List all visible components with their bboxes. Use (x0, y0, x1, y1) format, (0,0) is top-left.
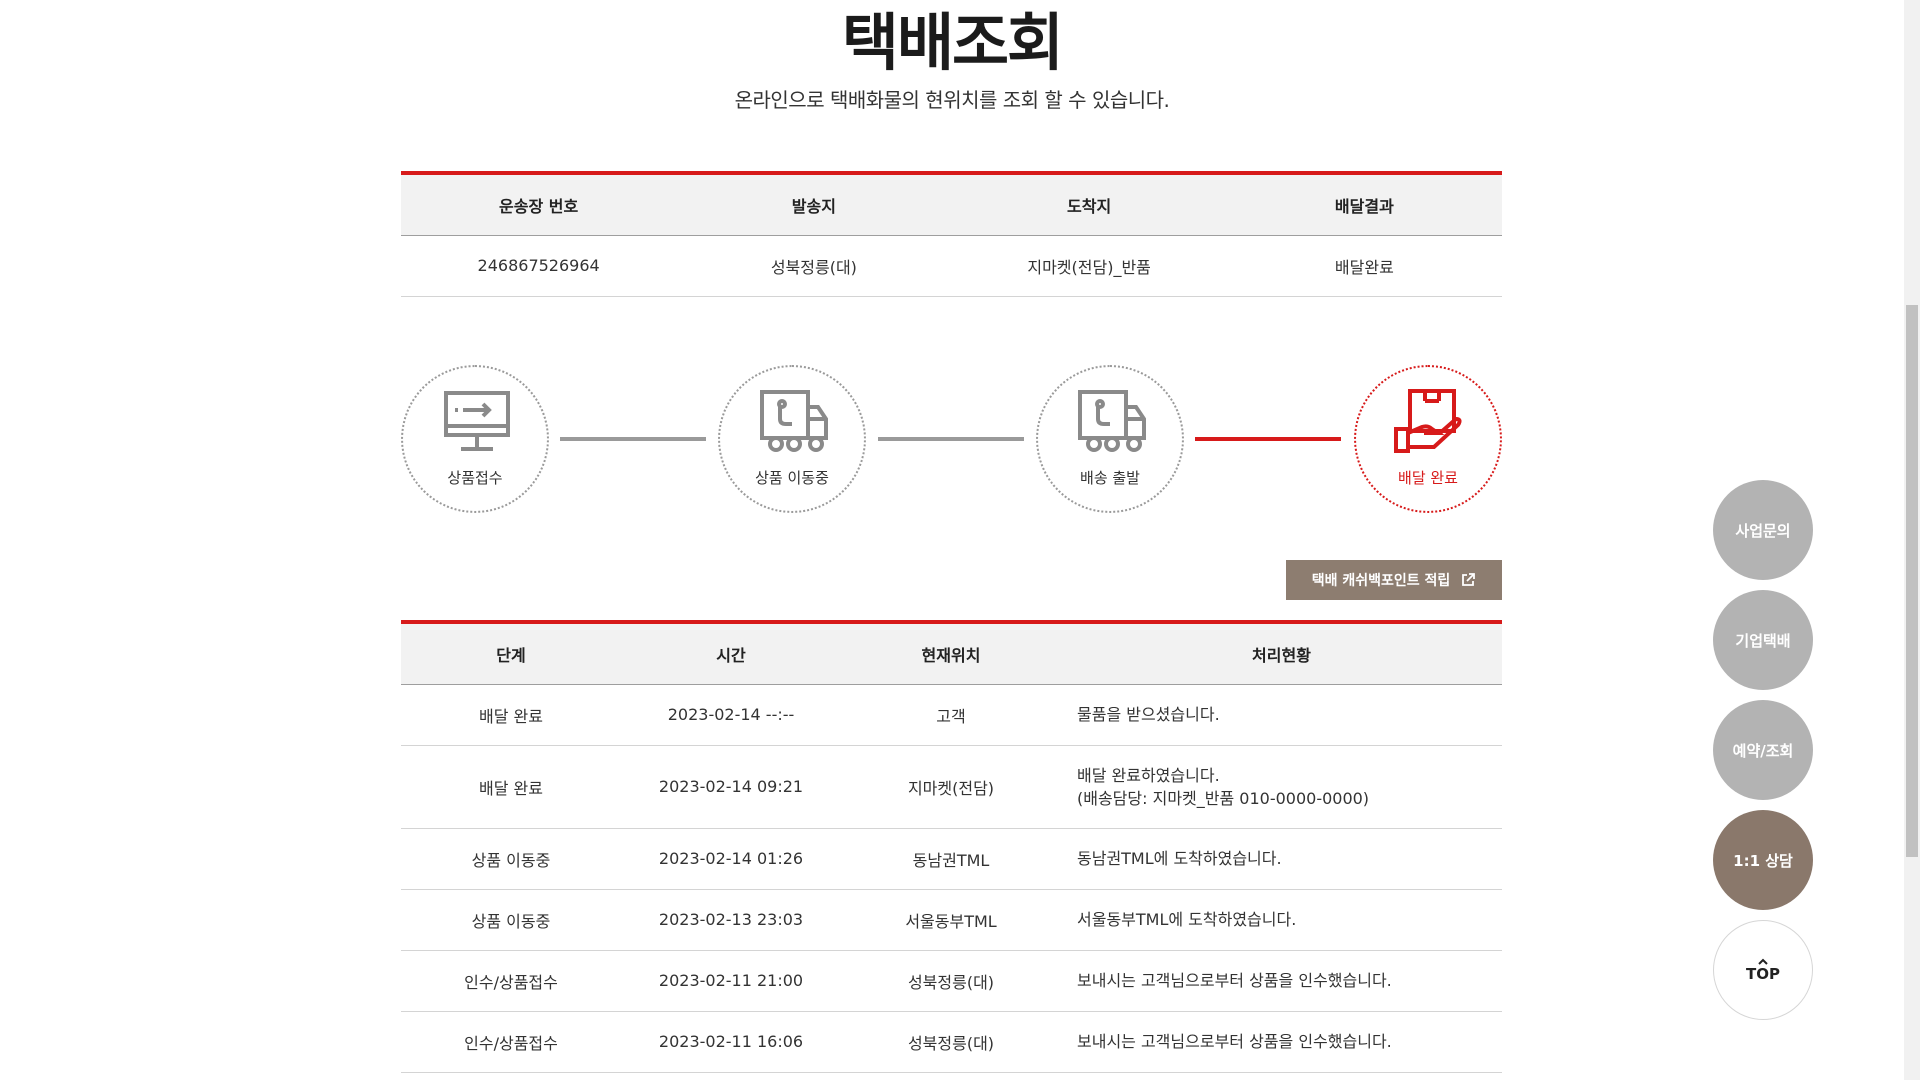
status-detail-text: (배송담당: 지마켓_반품 010-0000-0000) (1077, 788, 1370, 808)
step-out-for-delivery: 배송 출발 (1036, 365, 1184, 513)
package-hand-icon (1394, 389, 1462, 453)
location-cell: 동남권TML (841, 828, 1061, 890)
time-cell: 2023-02-11 21:00 (621, 950, 841, 1012)
header-waybill-number: 운송장 번호 (401, 173, 677, 236)
truck-icon (760, 390, 828, 452)
delivery-result: 배달완료 (1226, 235, 1502, 297)
step-label: 상품 이동중 (755, 469, 829, 487)
header-delivery-result: 배달결과 (1226, 173, 1502, 236)
header-time: 시간 (621, 622, 841, 685)
location-cell: 성북정릉(대) (841, 950, 1061, 1012)
stage-cell: 배달 완료 (401, 684, 621, 746)
status-cell: 동남권TML에 도착하였습니다. (1061, 828, 1502, 890)
delivery-progress: 상품접수 상품 이동중 배송 출발 배달 완료 (401, 365, 1502, 515)
top-label: TOP (1746, 965, 1780, 983)
page-subtitle: 온라인으로 택배화물의 현위치를 조회 할 수 있습니다. (734, 88, 1170, 112)
monitor-icon (444, 391, 510, 451)
status-text: 배달 완료하였습니다. (1077, 765, 1220, 785)
status-text: 보내시는 고객님으로부터 상품을 인수했습니다. (1077, 1032, 1392, 1051)
progress-connector (878, 437, 1024, 441)
table-row: 상품 이동중 2023-02-13 23:03 서울동부TML 서울동부TML에… (401, 889, 1502, 951)
step-label: 상품접수 (447, 469, 503, 487)
location-cell: 고객 (841, 684, 1061, 746)
business-inquiry-button[interactable]: 사업문의 (1713, 480, 1813, 580)
step-label: 배달 완료 (1398, 469, 1458, 487)
time-cell: 2023-02-11 16:06 (621, 1011, 841, 1073)
status-cell: 보내시는 고객님으로부터 상품을 인수했습니다. (1061, 1011, 1502, 1073)
header-destination: 도착지 (951, 173, 1227, 236)
stage-cell: 배달 완료 (401, 745, 621, 829)
header-status: 처리현황 (1061, 622, 1502, 685)
step-label: 배송 출발 (1080, 469, 1140, 487)
time-cell: 2023-02-14 --:-- (621, 684, 841, 746)
table-row: 배달 완료 2023-02-14 09:21 지마켓(전담) 배달 완료하였습니… (401, 745, 1502, 829)
header-location: 현재위치 (841, 622, 1061, 685)
header-origin: 발송지 (676, 173, 952, 236)
cashback-point-button[interactable]: 택배 캐쉬백포인트 적립 (1286, 560, 1502, 600)
status-cell: 배달 완료하였습니다. (배송담당: 지마켓_반품 010-0000-0000) (1061, 745, 1502, 829)
progress-connector (560, 437, 706, 441)
progress-connector-active (1195, 437, 1341, 441)
table-row: 인수/상품접수 2023-02-11 21:00 성북정릉(대) 보내시는 고객… (401, 950, 1502, 1012)
corporate-delivery-button[interactable]: 기업택배 (1713, 590, 1813, 690)
chevron-up-icon (1758, 958, 1768, 965)
page-title: 택배조회 (841, 6, 1064, 79)
status-cell: 물품을 받으셨습니다. (1061, 684, 1502, 746)
external-link-icon (1462, 573, 1476, 586)
stage-cell: 상품 이동중 (401, 828, 621, 890)
location-cell: 서울동부TML (841, 889, 1061, 951)
waybill-summary-table: 운송장 번호 발송지 도착지 배달결과 246867526964 성북정릉(대)… (401, 171, 1502, 297)
status-text: 보내시는 고객님으로부터 상품을 인수했습니다. (1077, 971, 1392, 990)
header-stage: 단계 (401, 622, 621, 685)
time-cell: 2023-02-14 09:21 (621, 745, 841, 829)
status-cell: 서울동부TML에 도착하였습니다. (1061, 889, 1502, 951)
location-cell: 성북정릉(대) (841, 1011, 1061, 1073)
waybill-number: 246867526964 (401, 235, 677, 297)
reservation-lookup-button[interactable]: 예약/조회 (1713, 700, 1813, 800)
stage-cell: 인수/상품접수 (401, 950, 621, 1012)
stage-cell: 인수/상품접수 (401, 1011, 621, 1073)
tracking-history-table: 단계 시간 현재위치 처리현황 배달 완료 2023-02-14 --:-- 고… (401, 620, 1502, 1073)
table-row: 상품 이동중 2023-02-14 01:26 동남권TML 동남권TML에 도… (401, 828, 1502, 890)
status-text: 물품을 받으셨습니다. (1077, 705, 1220, 724)
step-in-transit: 상품 이동중 (718, 365, 866, 513)
destination: 지마켓(전담)_반품 (951, 235, 1227, 297)
one-on-one-consult-button[interactable]: 1:1 상담 (1713, 810, 1813, 910)
table-row: 인수/상품접수 2023-02-11 16:06 성북정릉(대) 보내시는 고객… (401, 1011, 1502, 1073)
scrollbar-thumb[interactable] (1906, 305, 1918, 857)
step-received: 상품접수 (401, 365, 549, 513)
status-cell: 보내시는 고객님으로부터 상품을 인수했습니다. (1061, 950, 1502, 1012)
step-delivered: 배달 완료 (1354, 365, 1502, 513)
cashback-label: 택배 캐쉬백포인트 적립 (1311, 573, 1451, 589)
truck-icon (1078, 390, 1146, 452)
table-row: 배달 완료 2023-02-14 --:-- 고객 물품을 받으셨습니다. (401, 684, 1502, 746)
time-cell: 2023-02-13 23:03 (621, 889, 841, 951)
status-text: 동남권TML에 도착하였습니다. (1077, 849, 1282, 868)
scroll-top-button[interactable]: TOP (1713, 920, 1813, 1020)
origin: 성북정릉(대) (676, 235, 952, 297)
table-row: 246867526964 성북정릉(대) 지마켓(전담)_반품 배달완료 (401, 235, 1502, 297)
time-cell: 2023-02-14 01:26 (621, 828, 841, 890)
location-cell: 지마켓(전담) (841, 745, 1061, 829)
status-text: 서울동부TML에 도착하였습니다. (1077, 910, 1297, 929)
stage-cell: 상품 이동중 (401, 889, 621, 951)
